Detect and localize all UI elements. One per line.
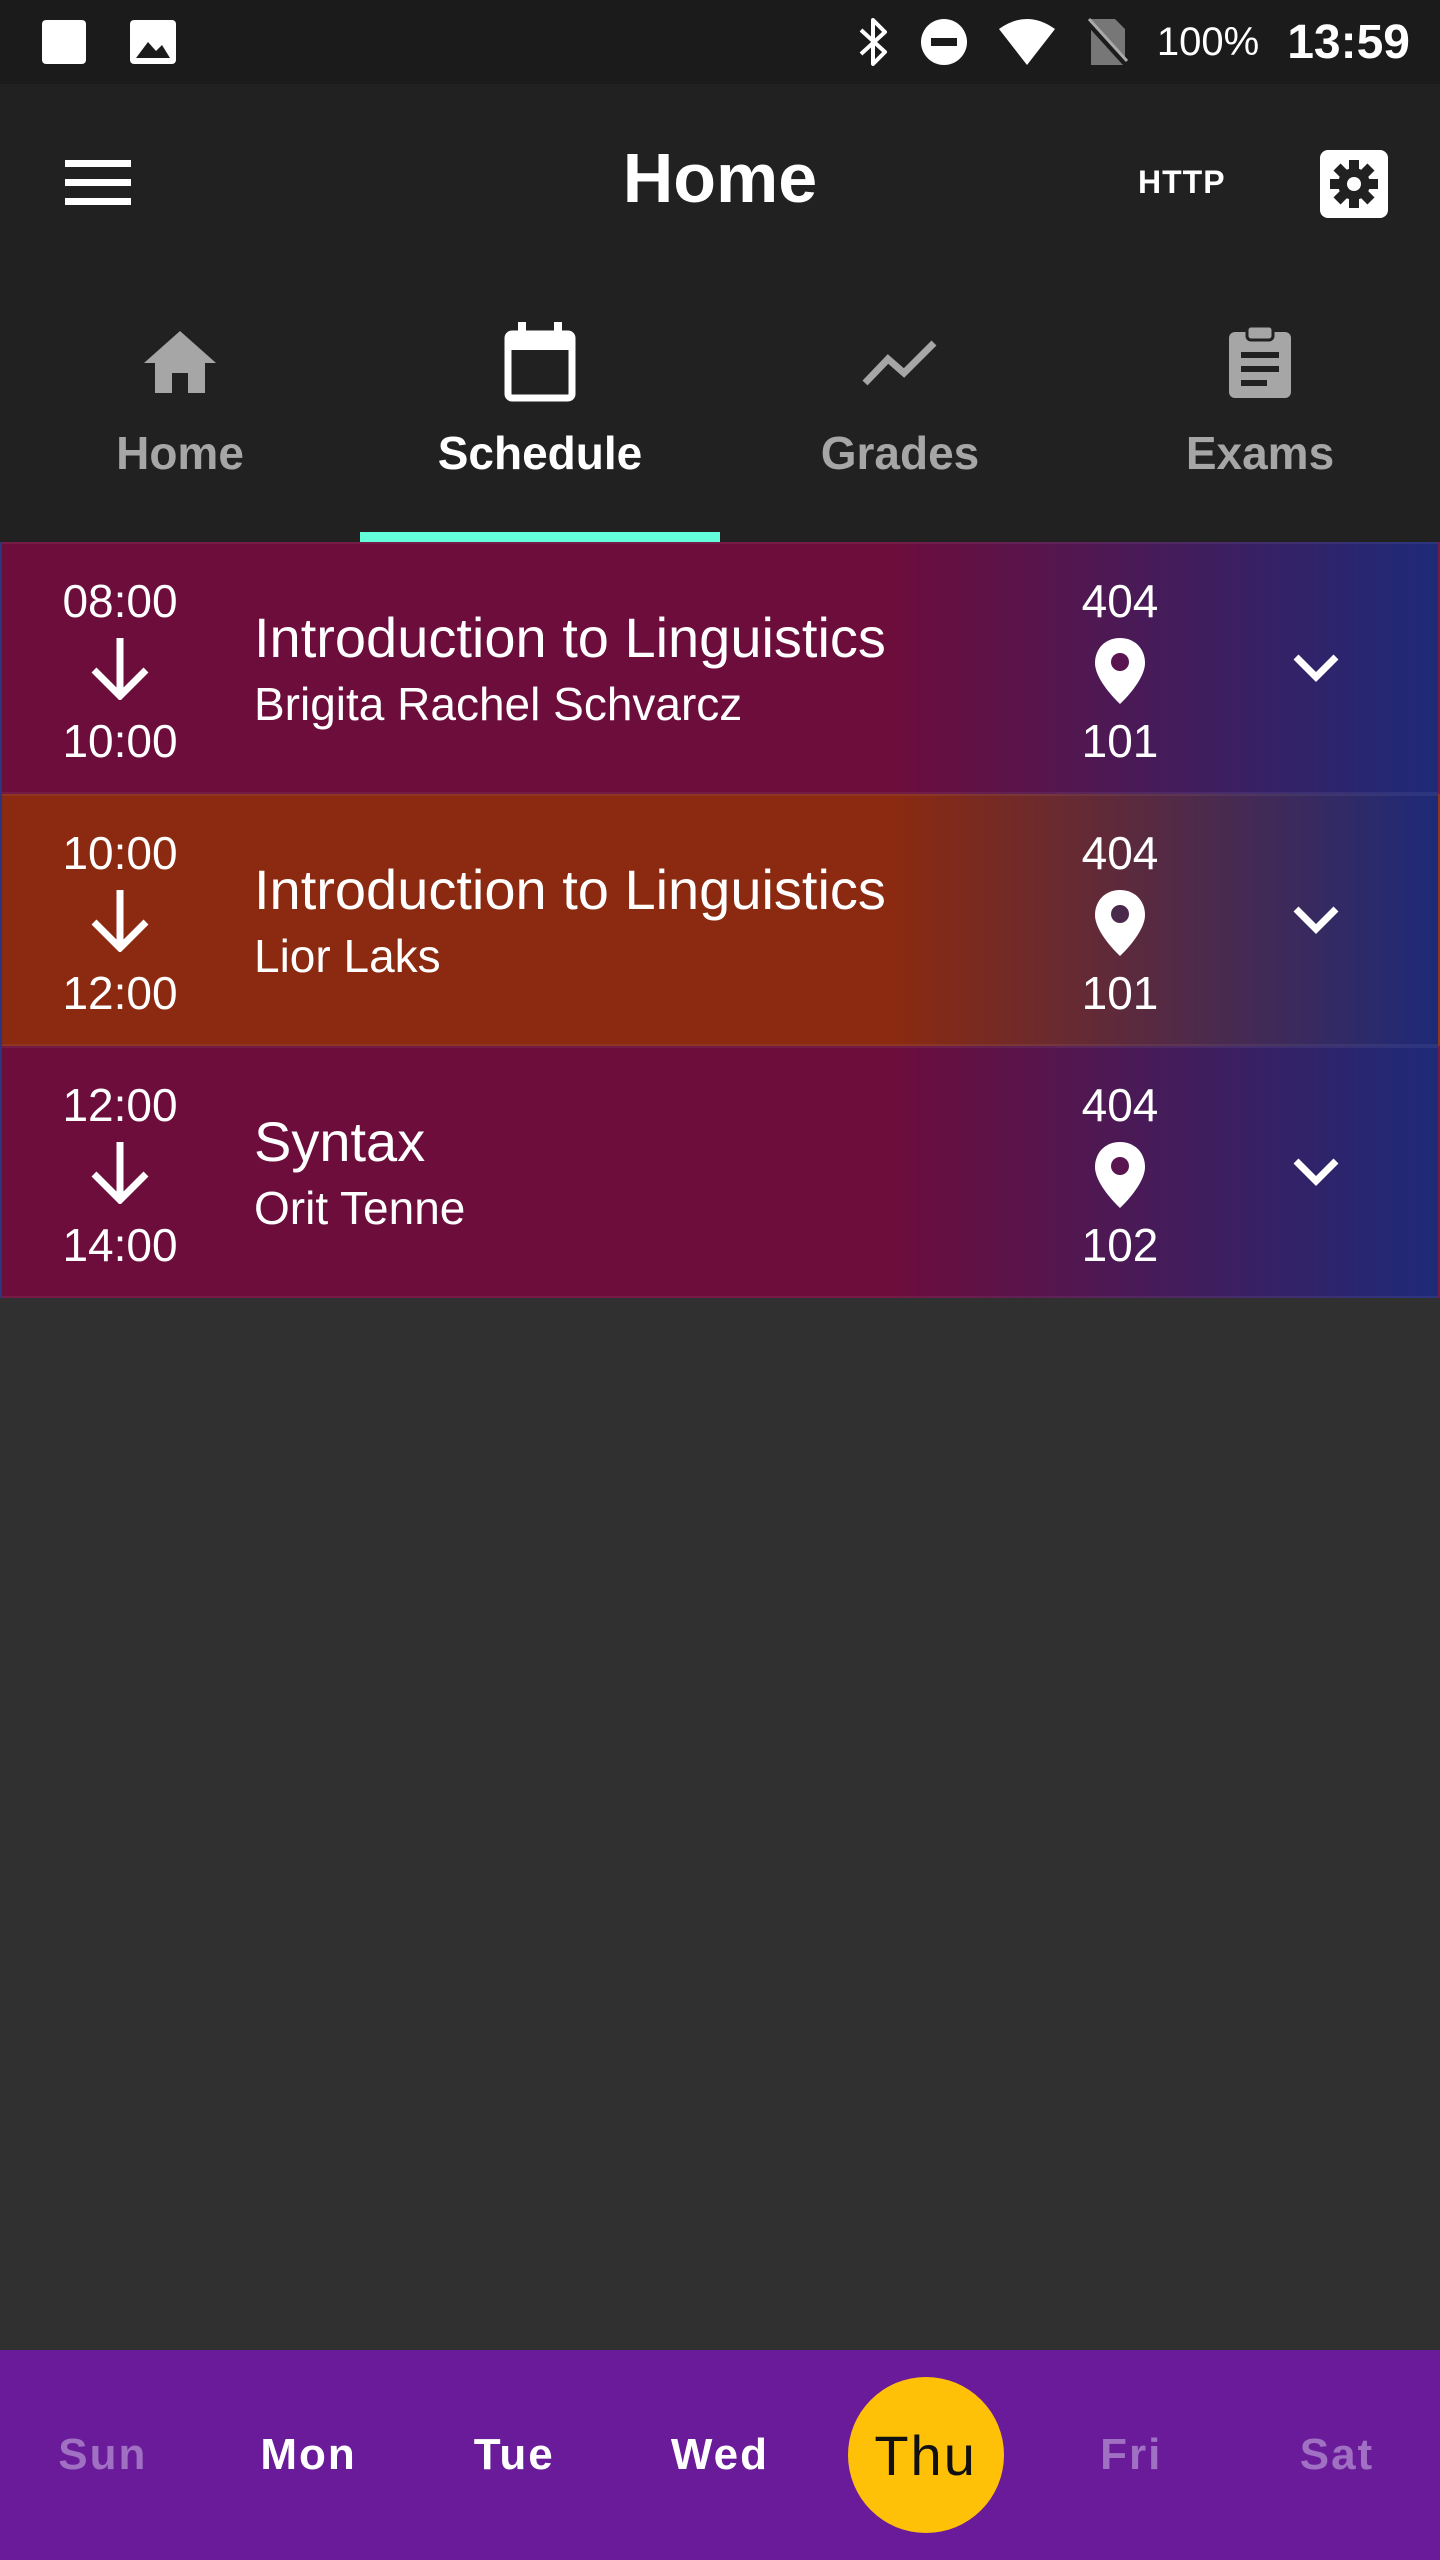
app-bar: Home HTTP — [0, 84, 1440, 282]
day-label: Sun — [58, 2430, 148, 2479]
building-number: 404 — [1081, 827, 1159, 879]
lesson-info: Introduction to Linguistics Lior Laks — [254, 858, 1034, 984]
expand-button[interactable] — [1276, 888, 1356, 952]
tab-label: Grades — [820, 427, 980, 479]
battery-level: 100% — [1156, 19, 1260, 64]
arrow-down-icon — [91, 1142, 149, 1204]
day-label: Thu — [874, 2423, 977, 2487]
lesson-teacher: Orit Tenne — [254, 1182, 466, 1234]
settings-button[interactable] — [1318, 148, 1390, 220]
trending-icon — [862, 340, 937, 386]
image-notification-icon — [128, 18, 178, 66]
lesson-start-time: 10:00 — [62, 827, 178, 879]
notification-square-icon — [40, 18, 88, 66]
lesson-teacher: Lior Laks — [254, 930, 441, 982]
screen: 100% 13:59 Home HTTP Home Schedule Grade… — [0, 0, 1440, 2560]
tab-home[interactable]: Home — [0, 282, 360, 542]
tab-label: Schedule — [437, 427, 643, 479]
room-number: 102 — [1081, 1219, 1159, 1271]
day-sunday[interactable]: Sun — [0, 2350, 206, 2560]
day-wednesday[interactable]: Wed — [617, 2350, 823, 2560]
lesson-location: 404 101 — [1042, 544, 1198, 792]
lesson-start-time: 08:00 — [62, 575, 178, 627]
lesson-end-time: 12:00 — [62, 967, 178, 1019]
lesson-time: 10:00 12:00 — [2, 796, 238, 1044]
chevron-down-icon — [1293, 654, 1339, 682]
tab-bar: Home Schedule Grades Exams — [0, 282, 1440, 542]
arrow-down-icon — [91, 890, 149, 952]
day-label: Tue — [473, 2430, 555, 2479]
day-selector: Sun Mon Tue Wed Thu Fri Sat — [0, 2350, 1440, 2560]
day-monday[interactable]: Mon — [206, 2350, 412, 2560]
lesson-card[interactable]: 12:00 14:00 Syntax Orit Tenne 404 102 — [0, 1046, 1440, 1298]
schedule-list: 08:00 10:00 Introduction to Linguistics … — [0, 542, 1440, 1298]
day-label: Mon — [260, 2430, 357, 2479]
gear-icon — [1320, 150, 1388, 218]
lesson-card[interactable]: 10:00 12:00 Introduction to Linguistics … — [0, 794, 1440, 1046]
lesson-info: Syntax Orit Tenne — [254, 1110, 1034, 1236]
day-saturday[interactable]: Sat — [1234, 2350, 1440, 2560]
calendar-icon — [504, 322, 576, 402]
lesson-location: 404 102 — [1042, 1048, 1198, 1296]
tab-schedule[interactable]: Schedule — [360, 282, 720, 542]
lesson-time: 08:00 10:00 — [2, 544, 238, 792]
do-not-disturb-icon — [919, 17, 969, 67]
location-pin-icon — [1095, 890, 1145, 956]
http-button[interactable]: HTTP — [1138, 164, 1226, 201]
home-icon — [144, 331, 216, 393]
lesson-name: Syntax — [254, 1110, 426, 1173]
location-pin-icon — [1095, 1142, 1145, 1208]
lesson-name: Introduction to Linguistics — [254, 606, 886, 669]
bluetooth-icon — [855, 16, 891, 68]
lesson-name: Introduction to Linguistics — [254, 858, 886, 921]
tab-grades[interactable]: Grades — [720, 282, 1080, 542]
status-bar: 100% 13:59 — [0, 0, 1440, 84]
lesson-info: Introduction to Linguistics Brigita Rach… — [254, 606, 1034, 732]
lesson-end-time: 10:00 — [62, 715, 178, 767]
chevron-down-icon — [1293, 1158, 1339, 1186]
clipboard-icon — [1229, 324, 1291, 398]
lesson-card[interactable]: 08:00 10:00 Introduction to Linguistics … — [0, 542, 1440, 794]
clock: 13:59 — [1287, 15, 1410, 69]
day-label: Fri — [1100, 2430, 1163, 2479]
building-number: 404 — [1081, 1079, 1159, 1131]
day-label: Wed — [670, 2430, 769, 2479]
lesson-time: 12:00 14:00 — [2, 1048, 238, 1296]
room-number: 101 — [1081, 967, 1159, 1019]
location-pin-icon — [1095, 638, 1145, 704]
expand-button[interactable] — [1276, 1140, 1356, 1204]
tab-indicator — [360, 532, 720, 542]
expand-button[interactable] — [1276, 636, 1356, 700]
tab-label: Home — [116, 427, 244, 479]
lesson-teacher: Brigita Rachel Schvarcz — [254, 678, 743, 730]
no-sim-icon — [1084, 17, 1129, 67]
lesson-location: 404 101 — [1042, 796, 1198, 1044]
room-number: 101 — [1081, 715, 1159, 767]
day-thursday[interactable]: Thu — [823, 2350, 1029, 2560]
lesson-end-time: 14:00 — [62, 1219, 178, 1271]
arrow-down-icon — [91, 638, 149, 700]
wifi-icon — [997, 17, 1057, 67]
chevron-down-icon — [1293, 906, 1339, 934]
day-label: Sat — [1299, 2430, 1375, 2479]
lesson-start-time: 12:00 — [62, 1079, 178, 1131]
day-tuesday[interactable]: Tue — [411, 2350, 617, 2560]
tab-label: Exams — [1185, 427, 1335, 479]
building-number: 404 — [1081, 575, 1159, 627]
tab-exams[interactable]: Exams — [1080, 282, 1440, 542]
day-friday[interactable]: Fri — [1028, 2350, 1234, 2560]
